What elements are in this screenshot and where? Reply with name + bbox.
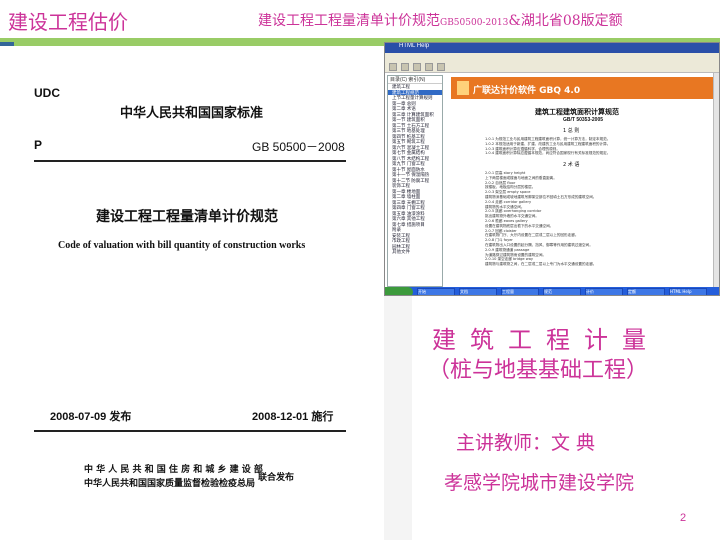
taskbar-item: 定额 [627, 288, 665, 295]
cover-standard-title: 中华人民共和国国家标准 [120, 106, 264, 121]
content-paragraph: 1.0.4 建筑面积计算除应遵循本规范，尚应符合国家现行有关标准规范的规定。 [485, 151, 611, 156]
cover-doc-title-en: Code of valuation with bill quantity of … [58, 240, 306, 251]
taskbar-item: 开始 [417, 288, 455, 295]
content-paragraph: 建筑物与建筑物之间，在二层或二层以上专门为水平交通设置的走廊。 [485, 262, 597, 267]
taskbar-item: 文档 [459, 288, 497, 295]
cover-authority-1: 中 华 人 民 共 和 国 住 房 和 城 乡 建 设 部 [84, 465, 263, 475]
contents-tree: 目录(C) 索引(N) 建筑工程 建筑工程规范 上节工程量计算规则 第一章 总则 第二章… [387, 75, 443, 287]
taskbar-item: 规范 [543, 288, 581, 295]
os-taskbar: 开始 文档 工程量 规范 计价 定额 HTML Help [385, 287, 719, 295]
tree-node-list: 建筑工程 建筑工程规范 上节工程量计算规则 第一章 总则 第二章 术语 第三章 计算建筑面… [388, 84, 442, 255]
help-content: 广联达计价软件 GBQ 4.0 建筑工程建筑面积计算规范 GB/T 50353-… [445, 75, 719, 287]
panel-margin [384, 296, 412, 540]
cover-implement-date: 2008-12-01 施行 [252, 411, 334, 423]
course-title: 建筑工程计量 [432, 326, 660, 354]
forward-icon [413, 63, 421, 71]
subtitle-part-a: 建设工程工程量清单计价规范 [258, 13, 440, 29]
options-icon [437, 63, 445, 71]
cover-authority-2: 中华人民共和国国家质量监督检验检疫总局 [84, 479, 256, 489]
course-school: 孝感学院城市建设学院 [444, 472, 635, 494]
standard-cover-image: UDC 中华人民共和国国家标准 P GB 50500－2008 建设工程工程量清… [0, 46, 382, 540]
page-number: 2 [680, 512, 687, 524]
section-1-heading: 1 总 则 [563, 128, 580, 134]
cover-rule-top [34, 160, 346, 162]
cover-rule-bottom [34, 430, 346, 432]
software-banner: 广联达计价软件 GBQ 4.0 [451, 77, 713, 99]
content-gb-code: GB/T 50353-2005 [563, 117, 604, 123]
section-2-heading: 2 术 语 [563, 162, 580, 168]
print-icon [425, 63, 433, 71]
cover-publish-date: 2008-07-09 发布 [50, 411, 132, 423]
logo-mark-icon [457, 81, 469, 95]
cover-p: P [34, 138, 43, 152]
window-toolbar [385, 61, 719, 73]
cover-gb-code: GB 50500－2008 [252, 140, 345, 154]
window-titlebar: HTML Help [385, 43, 719, 53]
tree-node: 其他文件 [392, 249, 410, 254]
cover-doc-title: 建设工程工程量清单计价规范 [96, 209, 278, 225]
taskbar-item: 工程量 [501, 288, 539, 295]
window-title: HTML Help [399, 43, 430, 49]
taskbar-item: HTML Help [669, 288, 707, 295]
window-menubar [385, 53, 719, 61]
slide-subtitle: 建设工程工程量清单计价规范GB50500-2013&湖北省08版定额 [258, 10, 623, 30]
subtitle-code: GB50500-2013 [440, 18, 509, 28]
taskbar-item: 计价 [585, 288, 623, 295]
content-scrollbar [713, 73, 719, 287]
slide-title: 建设工程估价 [8, 10, 128, 34]
content-heading: 建筑工程建筑面积计算规范 [535, 108, 619, 116]
cover-joint-release: 联合发布 [258, 473, 295, 483]
start-button [385, 287, 413, 295]
course-teacher: 主讲教师：文 典 [456, 432, 596, 454]
cover-udc: UDC [34, 86, 60, 100]
slide-header: 建设工程估价 建设工程工程量清单计价规范GB50500-2013&湖北省08版定… [0, 0, 720, 38]
back-icon [401, 63, 409, 71]
course-subtitle: （桩与地基基础工程） [428, 358, 649, 383]
subtitle-part-b: &湖北省08版定额 [508, 13, 623, 29]
hide-icon [389, 63, 397, 71]
banner-logo: 广联达计价软件 GBQ 4.0 [473, 86, 581, 96]
help-window-screenshot: HTML Help 目录(C) 索引(N) 建筑工程 建筑工程规范 上节工程量计算规… [384, 42, 720, 296]
tree-tabs: 目录(C) 索引(N) [388, 76, 442, 84]
